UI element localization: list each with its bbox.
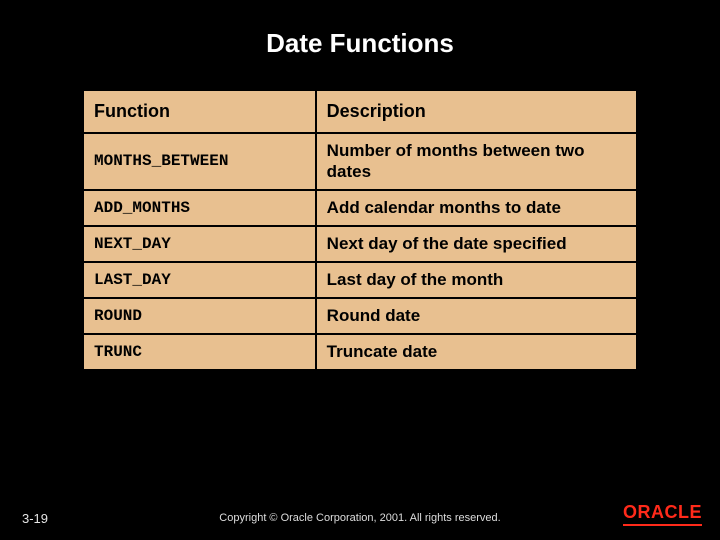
cell-description: Number of months between two dates — [316, 133, 637, 190]
cell-description: Last day of the month — [316, 262, 637, 298]
table-row: MONTHS_BETWEEN Number of months between … — [83, 133, 637, 190]
slide: Date Functions Function Description MONT… — [0, 0, 720, 540]
table-header-row: Function Description — [83, 90, 637, 133]
cell-description: Next day of the date specified — [316, 226, 637, 262]
copyright-text: Copyright © Oracle Corporation, 2001. Al… — [0, 512, 720, 524]
oracle-logo: ORACLE — [623, 502, 702, 526]
functions-table: Function Description MONTHS_BETWEEN Numb… — [82, 89, 638, 371]
slide-footer: 3-19 Copyright © Oracle Corporation, 200… — [0, 502, 720, 526]
table-row: NEXT_DAY Next day of the date specified — [83, 226, 637, 262]
col-header-description: Description — [316, 90, 637, 133]
table-row: ROUND Round date — [83, 298, 637, 334]
cell-description: Add calendar months to date — [316, 190, 637, 226]
table-row: ADD_MONTHS Add calendar months to date — [83, 190, 637, 226]
table-row: TRUNC Truncate date — [83, 334, 637, 370]
cell-function: NEXT_DAY — [83, 226, 316, 262]
cell-description: Round date — [316, 298, 637, 334]
cell-description: Truncate date — [316, 334, 637, 370]
oracle-logo-underline — [623, 524, 702, 526]
oracle-logo-text: ORACLE — [623, 502, 702, 523]
cell-function: ROUND — [83, 298, 316, 334]
slide-title: Date Functions — [0, 0, 720, 77]
cell-function: MONTHS_BETWEEN — [83, 133, 316, 190]
functions-table-wrap: Function Description MONTHS_BETWEEN Numb… — [82, 89, 638, 371]
cell-function: ADD_MONTHS — [83, 190, 316, 226]
cell-function: TRUNC — [83, 334, 316, 370]
cell-function: LAST_DAY — [83, 262, 316, 298]
col-header-function: Function — [83, 90, 316, 133]
table-row: LAST_DAY Last day of the month — [83, 262, 637, 298]
